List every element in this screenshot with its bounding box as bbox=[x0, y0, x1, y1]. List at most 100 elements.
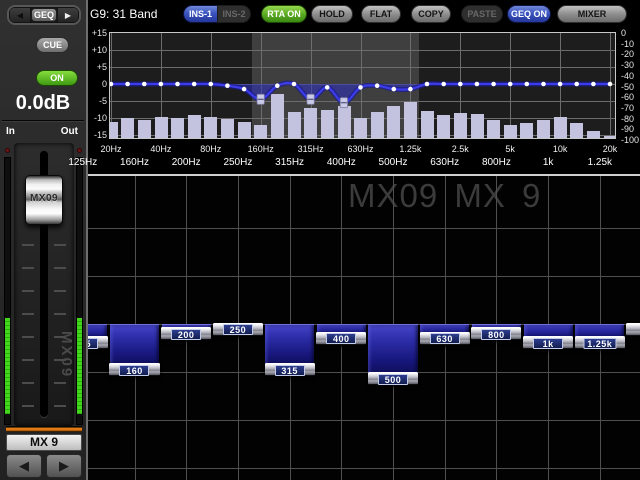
topbar-button-ins-2[interactable]: INS-2 bbox=[217, 5, 251, 23]
eq-band-dot bbox=[425, 82, 430, 87]
gain-axis-label: -10 bbox=[88, 113, 107, 123]
eq-band-dot bbox=[574, 82, 579, 87]
geq-fader-cap-1k[interactable]: 1k bbox=[523, 336, 573, 349]
gain-axis-label: 0 bbox=[88, 79, 107, 89]
rta-axis-label: -20 bbox=[621, 49, 640, 59]
fader-grid-hline bbox=[88, 420, 640, 421]
geq-fader-cap-label: 1.25k bbox=[583, 338, 616, 349]
eq-band-dot bbox=[508, 82, 513, 87]
geq-fader-cap-label: 630 bbox=[430, 333, 460, 344]
geq-fader-cap-label: 500 bbox=[378, 374, 408, 385]
rta-axis-label: -30 bbox=[621, 60, 640, 70]
eq-band-dot bbox=[209, 82, 214, 87]
fader-grid-hline bbox=[88, 372, 640, 373]
gain-axis-label: -15 bbox=[88, 130, 107, 140]
fader-tick bbox=[22, 290, 34, 292]
fader-freq-label: 250Hz bbox=[223, 157, 252, 168]
channel-prev-button[interactable]: ◀ bbox=[6, 454, 42, 478]
fader-freq-label: 160Hz bbox=[120, 157, 149, 168]
geq-fader-cap-250[interactable]: 250 bbox=[213, 323, 263, 336]
fader-tick bbox=[22, 267, 34, 269]
geq-fader-cap-800[interactable]: 800 bbox=[471, 327, 521, 340]
rta-axis-label: -70 bbox=[621, 103, 640, 113]
rta-axis-label: -80 bbox=[621, 114, 640, 124]
fader-tick bbox=[54, 313, 66, 315]
eq-band-dot bbox=[142, 82, 147, 87]
geq-fader-cap-1.6k[interactable] bbox=[626, 323, 640, 336]
fader-watermark: MX09 bbox=[58, 331, 75, 378]
topbar-button-flat[interactable]: FLAT bbox=[361, 5, 401, 23]
on-button[interactable]: ON bbox=[36, 70, 78, 86]
geq-fader-cap-label: 200 bbox=[171, 329, 201, 340]
geq-fader-column bbox=[368, 324, 417, 376]
geq-title: G9: 31 Band bbox=[90, 7, 157, 21]
topbar-button-mixer[interactable]: MIXER bbox=[557, 5, 627, 23]
rta-axis-label: -60 bbox=[621, 92, 640, 102]
eq-band-dot bbox=[392, 87, 397, 92]
channel-fader-cap[interactable]: MX09 bbox=[25, 175, 63, 225]
topbar-button-paste: PASTE bbox=[461, 5, 503, 23]
fader-gain-readout: 0.0dB bbox=[0, 92, 86, 115]
geq-next-button[interactable]: ▶ bbox=[58, 8, 78, 22]
eq-band-dot bbox=[358, 85, 363, 90]
fader-freq-label: 800Hz bbox=[482, 157, 511, 168]
fader-tick bbox=[54, 382, 66, 384]
geq-fader-cap-500[interactable]: 500 bbox=[368, 372, 418, 385]
eq-band-dot bbox=[525, 82, 530, 87]
geq-overview-graph: +15+10+50-5-10-150-10-20-30-40-50-60-70-… bbox=[88, 28, 640, 176]
geq-prev-button[interactable]: ◀ bbox=[10, 8, 30, 22]
fader-freq-label: 1k bbox=[543, 157, 554, 168]
freq-axis-label: 5k bbox=[505, 144, 515, 154]
cue-button[interactable]: CUE bbox=[36, 37, 69, 53]
geq-fader-cap-200[interactable]: 200 bbox=[161, 327, 211, 340]
eq-band-dot bbox=[242, 87, 247, 92]
geq-fader-cap-160[interactable]: 160 bbox=[109, 363, 159, 376]
divider bbox=[2, 120, 84, 121]
clip-led-out bbox=[77, 148, 82, 153]
topbar-button-ins-1[interactable]: INS-1 bbox=[183, 5, 217, 23]
topbar-button-copy[interactable]: COPY bbox=[411, 5, 451, 23]
eq-band-dot bbox=[159, 82, 164, 87]
channel-name: MX 9 bbox=[6, 434, 82, 451]
freq-axis-label: 20k bbox=[603, 144, 618, 154]
geq-selector: ◀ GEQ ▶ bbox=[7, 5, 81, 25]
channel-color-bar bbox=[6, 426, 82, 432]
left-arrow-icon: ◀ bbox=[19, 458, 29, 473]
topbar-button-geq-on[interactable]: GEQ ON bbox=[507, 5, 551, 23]
output-meter bbox=[76, 157, 83, 425]
geq-fader-cap-label: 315 bbox=[275, 365, 305, 376]
meter-out-label: Out bbox=[61, 126, 78, 137]
eq-band-dot bbox=[325, 85, 330, 90]
geq-fader-cap-315[interactable]: 315 bbox=[265, 363, 315, 376]
fader-freq-label: 200Hz bbox=[172, 157, 201, 168]
rta-axis-label: -90 bbox=[621, 124, 640, 134]
topbar-button-hold[interactable]: HOLD bbox=[311, 5, 353, 23]
freq-axis-label: 1.25k bbox=[399, 144, 421, 154]
fader-tick bbox=[22, 336, 34, 338]
eq-band-dot bbox=[541, 82, 546, 87]
fader-freq-label: 500Hz bbox=[379, 157, 408, 168]
topbar: G9: 31 Band INS-1INS-2 RTA ONHOLD FLAT COPY… bbox=[88, 0, 640, 28]
channel-next-button[interactable]: ▶ bbox=[46, 454, 82, 478]
channel-fader: MX09 MX09 bbox=[14, 143, 74, 426]
eq-band-dot bbox=[408, 87, 413, 92]
freq-axis-label: 160Hz bbox=[248, 144, 274, 154]
geq-button[interactable]: GEQ bbox=[31, 8, 57, 22]
geq-fader-cap-630[interactable]: 630 bbox=[420, 332, 470, 345]
eq-band-dot bbox=[375, 83, 380, 88]
geq-fader-cap-400[interactable]: 400 bbox=[316, 332, 366, 345]
fader-freq-label: 1.25k bbox=[588, 157, 612, 168]
fader-grid-hline bbox=[88, 228, 640, 229]
freq-axis-label: 10k bbox=[553, 144, 568, 154]
freq-axis-label: 315Hz bbox=[298, 144, 324, 154]
freq-axis-label: 20Hz bbox=[100, 144, 121, 154]
topbar-buttons: INS-1INS-2 RTA ONHOLD FLAT COPY PASTEGEQ ON M… bbox=[183, 5, 627, 23]
eq-band-dot bbox=[558, 82, 563, 87]
fader-tick bbox=[54, 267, 66, 269]
eq-curve bbox=[110, 33, 616, 139]
geq-fader-cap-1.25k[interactable]: 1.25k bbox=[575, 336, 625, 349]
geq-fader-cap-125[interactable]: 125 bbox=[88, 336, 108, 349]
fader-freq-label: 125Hz bbox=[68, 157, 97, 168]
geq-fader-column bbox=[110, 324, 159, 367]
topbar-button-rta-on[interactable]: RTA ON bbox=[261, 5, 307, 23]
